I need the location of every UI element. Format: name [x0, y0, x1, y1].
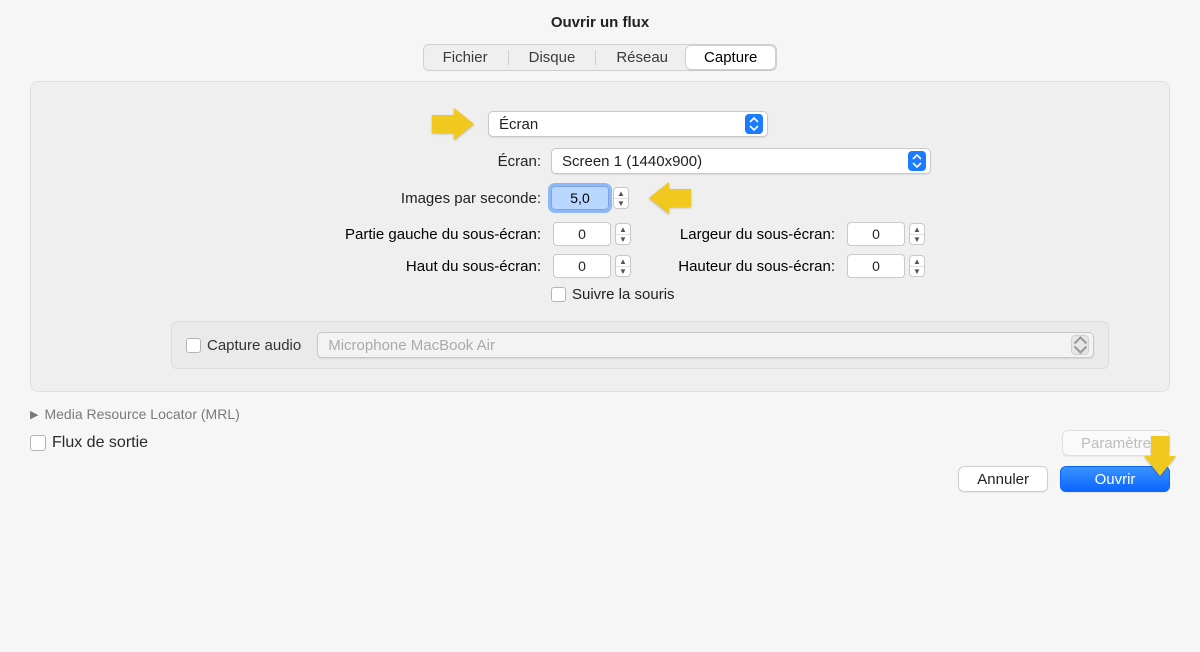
- output-stream-label: Flux de sortie: [52, 434, 148, 452]
- stepper-down-icon[interactable]: ▼: [614, 198, 628, 208]
- screen-select-value: Screen 1 (1440x900): [562, 153, 902, 170]
- stepper-up-icon[interactable]: ▲: [614, 188, 628, 198]
- checkbox-box-icon: [551, 287, 566, 302]
- stepper-down-icon[interactable]: ▼: [616, 266, 630, 276]
- annotation-arrow-icon: [432, 108, 478, 140]
- popup-arrows-icon: [908, 151, 926, 171]
- capture-source-popup[interactable]: Écran: [488, 111, 768, 137]
- output-stream-checkbox[interactable]: Flux de sortie: [30, 434, 148, 452]
- subscreen-row-2: Haut du sous-écran: ▲ ▼ Hauteur du sous-…: [51, 254, 1149, 278]
- screen-label: Écran:: [51, 153, 541, 170]
- stepper-buttons[interactable]: ▲ ▼: [615, 223, 631, 245]
- mrl-label: Media Resource Locator (MRL): [44, 406, 239, 422]
- chevron-right-icon: ▶: [30, 408, 38, 421]
- stepper-down-icon[interactable]: ▼: [616, 234, 630, 244]
- follow-mouse-row: Suivre la souris: [51, 286, 1149, 303]
- follow-mouse-checkbox[interactable]: Suivre la souris: [551, 286, 675, 303]
- tab-separator: [508, 50, 509, 65]
- audio-capture-checkbox[interactable]: Capture audio: [186, 337, 301, 354]
- tab-separator: [595, 50, 596, 65]
- tab-disk[interactable]: Disque: [511, 46, 594, 69]
- sub-width-input[interactable]: [847, 222, 905, 246]
- sub-left-label: Partie gauche du sous-écran:: [51, 226, 541, 243]
- sub-top-label: Haut du sous-écran:: [51, 258, 541, 275]
- sub-width-label: Largeur du sous-écran:: [655, 226, 835, 243]
- checkbox-box-icon: [30, 435, 46, 451]
- annotation-arrow-icon: [645, 182, 691, 214]
- cancel-button[interactable]: Annuler: [958, 466, 1048, 492]
- screen-select-row: Écran: Screen 1 (1440x900): [51, 148, 1149, 174]
- screen-select-popup[interactable]: Screen 1 (1440x900): [551, 148, 931, 174]
- sub-top-input[interactable]: [553, 254, 611, 278]
- subscreen-row-1: Partie gauche du sous-écran: ▲ ▼ Largeur…: [51, 222, 1149, 246]
- stepper-down-icon[interactable]: ▼: [910, 234, 924, 244]
- fps-label: Images par seconde:: [51, 190, 541, 207]
- mrl-disclosure[interactable]: ▶ Media Resource Locator (MRL): [30, 406, 1170, 422]
- annotation-arrow-icon: [1144, 436, 1176, 478]
- source-tabs: Fichier Disque Réseau Capture: [423, 44, 778, 71]
- audio-capture-label: Capture audio: [207, 337, 301, 354]
- tab-file[interactable]: Fichier: [425, 46, 506, 69]
- stepper-buttons[interactable]: ▲ ▼: [613, 187, 629, 209]
- stepper-buttons[interactable]: ▲ ▼: [909, 255, 925, 277]
- tab-network[interactable]: Réseau: [598, 46, 686, 69]
- capture-panel: Écran Écran: Screen 1 (1440x900): [30, 81, 1170, 392]
- dialog-buttons: Annuler Ouvrir: [0, 466, 1170, 492]
- fps-input[interactable]: [551, 186, 609, 210]
- sub-height-input[interactable]: [847, 254, 905, 278]
- stepper-up-icon[interactable]: ▲: [910, 224, 924, 234]
- popup-arrows-icon: [1071, 335, 1089, 355]
- sub-top-stepper[interactable]: ▲ ▼: [553, 254, 631, 278]
- titlebar: Ouvrir un flux: [0, 0, 1200, 44]
- fps-stepper[interactable]: ▲ ▼: [551, 186, 629, 210]
- open-stream-dialog: Ouvrir un flux Fichier Disque Réseau Cap…: [0, 0, 1200, 652]
- tab-capture[interactable]: Capture: [686, 46, 775, 69]
- fps-row: Images par seconde: ▲ ▼: [51, 182, 1149, 214]
- stepper-down-icon[interactable]: ▼: [910, 266, 924, 276]
- follow-mouse-label: Suivre la souris: [572, 286, 675, 303]
- stepper-buttons[interactable]: ▲ ▼: [909, 223, 925, 245]
- stepper-up-icon[interactable]: ▲: [616, 224, 630, 234]
- audio-device-value: Microphone MacBook Air: [328, 337, 1065, 354]
- dialog-title: Ouvrir un flux: [551, 14, 649, 31]
- sub-height-label: Hauteur du sous-écran:: [655, 258, 835, 275]
- audio-section: Capture audio Microphone MacBook Air: [171, 321, 1109, 369]
- audio-device-popup: Microphone MacBook Air: [317, 332, 1094, 358]
- popup-arrows-icon: [745, 114, 763, 134]
- checkbox-box-icon: [186, 338, 201, 353]
- sub-left-input[interactable]: [553, 222, 611, 246]
- stepper-up-icon[interactable]: ▲: [910, 256, 924, 266]
- capture-source-value: Écran: [499, 116, 739, 133]
- sub-height-stepper[interactable]: ▲ ▼: [847, 254, 925, 278]
- sub-width-stepper[interactable]: ▲ ▼: [847, 222, 925, 246]
- sub-left-stepper[interactable]: ▲ ▼: [553, 222, 631, 246]
- source-row: Écran: [51, 108, 1149, 140]
- stepper-up-icon[interactable]: ▲: [616, 256, 630, 266]
- stepper-buttons[interactable]: ▲ ▼: [615, 255, 631, 277]
- output-row: Flux de sortie Paramètre: [30, 430, 1170, 456]
